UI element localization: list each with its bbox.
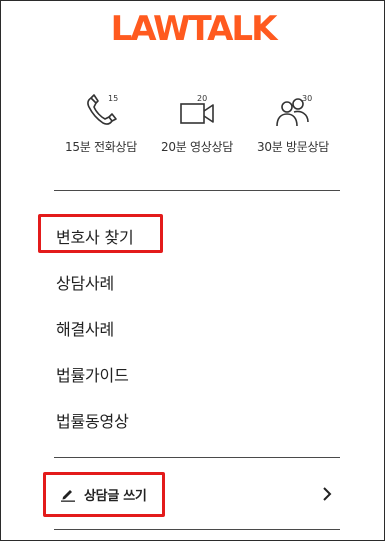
menu-item-solved-cases[interactable]: 해결사례 <box>56 305 336 351</box>
menu-item-label: 해결사례 <box>56 320 115 339</box>
visit-badge: 30 <box>302 94 312 103</box>
menu-item-label: 상담사례 <box>56 274 115 293</box>
menu-item-label: 법률가이드 <box>56 366 129 385</box>
divider-middle <box>54 457 340 458</box>
main-menu: 변호사 찾기 상담사례 해결사례 법률가이드 법률동영상 <box>56 213 336 443</box>
visit-consult-label: 30분 방문상담 <box>257 140 329 154</box>
menu-item-label: 변호사 찾기 <box>56 228 134 247</box>
menu-item-consult-cases[interactable]: 상담사례 <box>56 259 336 305</box>
lawtalk-logo[interactable]: LAWTALK <box>0 8 385 48</box>
visit-consult-button[interactable]: 30 30분 방문상담 <box>248 92 338 162</box>
svg-text:LAWTALK: LAWTALK <box>110 11 278 45</box>
write-consult-label: 상담글 쓰기 <box>84 488 147 504</box>
menu-item-legal-videos[interactable]: 법률동영상 <box>56 397 336 443</box>
phone-consult-label: 15분 전화상담 <box>65 140 137 154</box>
video-consult-label: 20분 영상상담 <box>161 140 233 154</box>
write-consult-button[interactable]: 상담글 쓰기 <box>56 474 338 514</box>
phone-consult-button[interactable]: 15 15분 전화상담 <box>56 92 146 162</box>
chevron-right-icon <box>323 487 332 501</box>
video-camera-icon: 20 <box>180 94 214 124</box>
divider-top <box>54 190 340 191</box>
phone-icon: 15 <box>87 94 118 125</box>
video-badge: 20 <box>197 94 207 103</box>
menu-item-find-lawyer[interactable]: 변호사 찾기 <box>56 213 336 259</box>
menu-item-label: 법률동영상 <box>56 412 129 431</box>
people-icon: 30 <box>276 94 312 127</box>
pencil-icon <box>61 490 75 502</box>
video-consult-button[interactable]: 20 20분 영상상담 <box>152 92 242 162</box>
divider-bottom <box>54 529 340 530</box>
quick-consult-actions: 15 15분 전화상담 20 20분 영상상담 30 30분 방문상담 <box>56 92 338 162</box>
logo-wordmark: LAWTALK <box>110 11 280 45</box>
menu-item-legal-guide[interactable]: 법률가이드 <box>56 351 336 397</box>
phone-badge: 15 <box>108 94 118 103</box>
